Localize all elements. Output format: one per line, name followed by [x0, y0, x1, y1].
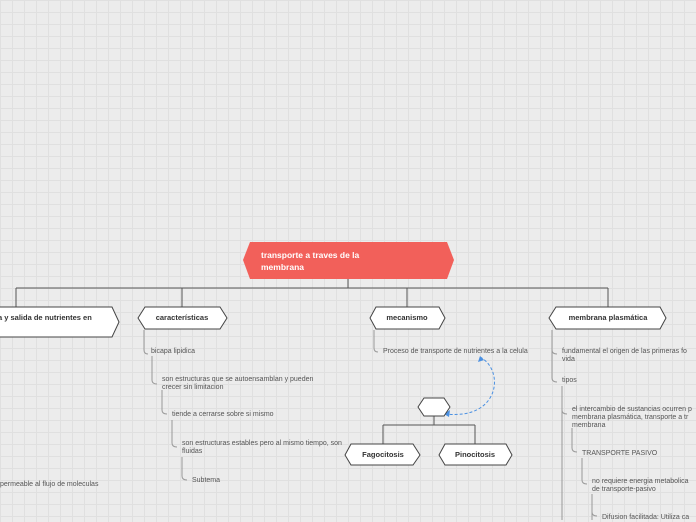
topic-autoensamblan-line2[interactable]: crecer sin limitacion	[162, 383, 223, 392]
topic-estables-line1[interactable]: son estructuras estables pero al mismo t…	[182, 439, 342, 448]
branch-mecanismo-label: mecanismo	[386, 313, 428, 322]
topic-estables-line2[interactable]: fluidas	[182, 447, 202, 456]
root-title-line2: membrana	[261, 262, 304, 272]
topic-difusion[interactable]: Difusion facilitada: Utiliza ca	[602, 513, 689, 522]
pinocitosis-node[interactable]: Pinocitosis	[438, 443, 513, 466]
topic-cerrarse[interactable]: tiende a cerrarse sobre si mismo	[172, 410, 274, 419]
topic-fundamental-line1[interactable]: fundamental el origen de las primeras fo	[562, 347, 687, 356]
topic-bicapa[interactable]: bicapa lipidica	[151, 347, 195, 356]
branch-membrana-label: membrana plasmática	[569, 313, 649, 322]
topic-subtema[interactable]: Subtema	[192, 476, 220, 485]
topic-transporte-pasivo[interactable]: TRANSPORTE PASIVO	[582, 449, 657, 458]
relationship-dashed-arrow	[445, 356, 495, 415]
branch-membrana-node[interactable]: membrana plasmática	[548, 306, 667, 330]
mind-map-canvas: transporte a traves de la membrana a y s…	[0, 242, 667, 520]
topic-fundamental-line2[interactable]: vida	[562, 355, 575, 364]
root-title-line1: transporte a traves de la	[261, 250, 360, 260]
branch-entrada-label: a y salida de nutrientes en	[0, 313, 92, 322]
branch-mecanismo-node[interactable]: mecanismo	[369, 306, 446, 330]
fagocitosis-label: Fagocitosis	[362, 450, 404, 459]
topic-permeable[interactable]: permeable al flujo de moleculas	[0, 480, 98, 489]
sub-connectors	[143, 330, 598, 520]
topic-proceso[interactable]: Proceso de transporte de nutrientes a la…	[383, 347, 528, 356]
pinocitosis-label: Pinocitosis	[455, 450, 495, 459]
arrowhead-icon	[478, 356, 484, 362]
topic-no-requiere-line2[interactable]: de transporte-pasivo	[592, 485, 656, 494]
topic-intercambio-line3[interactable]: membrana	[572, 421, 605, 430]
branch-caracteristicas-label: características	[156, 313, 209, 322]
topic-tipos[interactable]: tipos	[562, 376, 577, 385]
branch-entrada-node[interactable]: a y salida de nutrientes en	[0, 306, 120, 338]
root-connectors	[15, 279, 609, 307]
phago-connectors	[382, 416, 476, 444]
empty-topic-node[interactable]	[417, 397, 451, 417]
fagocitosis-node[interactable]: Fagocitosis	[344, 443, 421, 466]
root-node[interactable]: transporte a traves de la membrana	[243, 242, 454, 279]
branch-caracteristicas-node[interactable]: características	[137, 306, 228, 330]
